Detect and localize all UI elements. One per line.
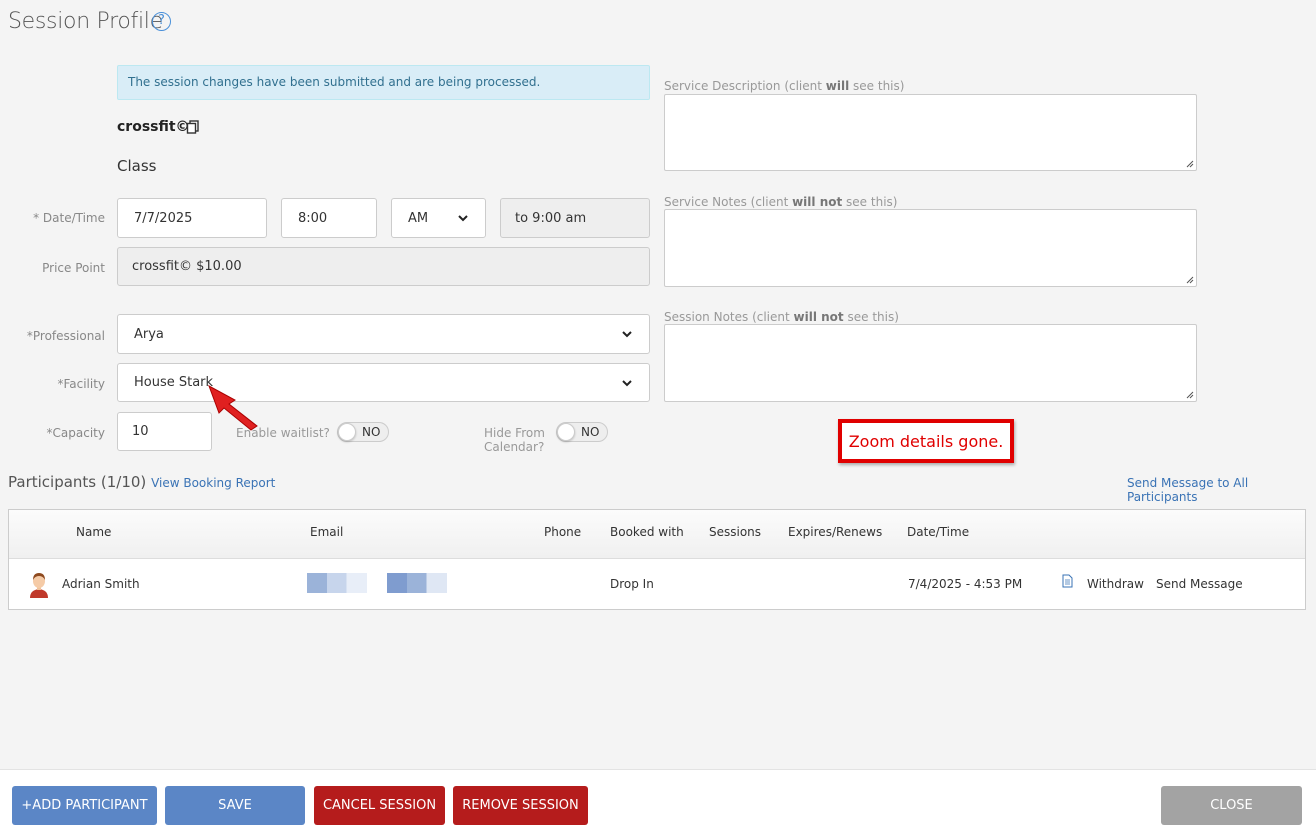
chevron-down-icon — [458, 215, 468, 222]
facility-select[interactable]: House Stark — [117, 363, 650, 402]
phone-redacted — [387, 573, 447, 593]
waitlist-label: Enable waitlist? — [236, 426, 330, 440]
service-notes-textarea[interactable] — [664, 209, 1197, 287]
help-icon[interactable]: ? — [152, 12, 171, 31]
professional-value: Arya — [134, 326, 164, 342]
column-header-name[interactable]: Name — [76, 525, 111, 539]
price-point-label: Price Point — [42, 261, 105, 275]
service-description-label-pre: Service Description (client — [664, 79, 826, 93]
capacity-label: *Capacity — [46, 426, 105, 440]
participants-count: Participants (1/10) — [8, 473, 147, 491]
service-notes-label-post: see this) — [842, 195, 898, 209]
price-point-display: crossfit© $10.00 — [117, 247, 650, 286]
service-notes-label: Service Notes (client will not see this) — [664, 195, 897, 209]
service-description-label: Service Description (client will see thi… — [664, 79, 904, 93]
waitlist-toggle[interactable]: NO — [337, 422, 389, 442]
session-notes-label-pre: Session Notes (client — [664, 310, 794, 324]
session-notes-label-bold: will not — [793, 310, 844, 324]
withdraw-link[interactable]: Withdraw — [1087, 577, 1144, 591]
copy-icon[interactable] — [186, 120, 200, 134]
column-header-sessions[interactable]: Sessions — [709, 525, 761, 539]
service-description-label-bold: will — [825, 79, 850, 93]
participants-heading: Participants (1/10) View Booking Report — [8, 473, 275, 491]
annotation-callout: Zoom details gone. — [838, 419, 1014, 463]
send-message-link[interactable]: Send Message — [1156, 577, 1243, 591]
service-description-textarea[interactable] — [664, 94, 1197, 171]
hide-calendar-toggle-value: NO — [581, 425, 600, 439]
column-header-datetime[interactable]: Date/Time — [907, 525, 969, 539]
session-notes-textarea[interactable] — [664, 324, 1197, 402]
toggle-knob — [338, 423, 356, 441]
resize-handle-icon[interactable] — [1186, 391, 1194, 399]
end-time-display: to 9:00 am — [500, 198, 650, 238]
booking-datetime-value: 7/4/2025 - 4:53 PM — [908, 577, 1023, 591]
column-header-email[interactable]: Email — [310, 525, 343, 539]
view-booking-report-link[interactable]: View Booking Report — [151, 476, 275, 490]
date-input[interactable]: 7/7/2025 — [117, 198, 267, 238]
time-input[interactable]: 8:00 — [281, 198, 377, 238]
column-header-booked-with[interactable]: Booked with — [610, 525, 684, 539]
document-icon[interactable] — [1062, 574, 1073, 588]
ampm-value: AM — [408, 210, 429, 226]
hide-calendar-toggle[interactable]: NO — [556, 422, 608, 442]
session-notes-label: Session Notes (client will not see this) — [664, 310, 899, 324]
red-arrow-annotation — [208, 384, 258, 431]
ampm-select[interactable]: AM — [391, 198, 486, 238]
professional-select[interactable]: Arya — [117, 314, 650, 354]
close-button[interactable]: CLOSE — [1161, 786, 1302, 825]
hide-calendar-label-line1: Hide From — [484, 426, 545, 440]
hide-calendar-label-line2: Calendar? — [484, 440, 545, 454]
info-alert: The session changes have been submitted … — [117, 65, 650, 100]
avatar — [30, 573, 48, 598]
send-message-all-link[interactable]: Send Message to All Participants — [1127, 476, 1316, 504]
service-name: crossfit© — [117, 119, 190, 135]
waitlist-toggle-value: NO — [362, 425, 381, 439]
page-title: Session Profile — [8, 9, 163, 34]
participant-name-link[interactable]: Adrian Smith — [62, 577, 140, 591]
save-button[interactable]: SAVE — [165, 786, 305, 825]
cancel-session-button[interactable]: CANCEL SESSION — [314, 786, 445, 825]
booked-with-value: Drop In — [610, 577, 654, 591]
session-notes-label-post: see this) — [843, 310, 899, 324]
remove-session-button[interactable]: REMOVE SESSION — [453, 786, 588, 825]
service-notes-label-pre: Service Notes (client — [664, 195, 793, 209]
date-time-label: * Date/Time — [33, 211, 105, 225]
capacity-input[interactable]: 10 — [117, 412, 212, 451]
service-notes-label-bold: will not — [792, 195, 843, 209]
toggle-knob — [557, 423, 575, 441]
chevron-down-icon — [622, 379, 632, 386]
action-bar: +ADD PARTICIPANT SAVE CANCEL SESSION REM… — [0, 769, 1316, 836]
resize-handle-icon[interactable] — [1186, 160, 1194, 168]
facility-label: *Facility — [57, 377, 105, 391]
service-description-label-post: see this) — [849, 79, 905, 93]
service-type: Class — [117, 157, 157, 175]
professional-label: *Professional — [26, 329, 105, 343]
column-header-phone[interactable]: Phone — [544, 525, 581, 539]
table-header: Name Email Phone Booked with Sessions Ex… — [9, 510, 1305, 559]
facility-value: House Stark — [134, 375, 214, 390]
participants-table: Name Email Phone Booked with Sessions Ex… — [8, 509, 1306, 610]
email-redacted — [307, 573, 367, 593]
hide-calendar-label: Hide From Calendar? — [484, 426, 545, 454]
add-participant-button[interactable]: +ADD PARTICIPANT — [12, 786, 157, 825]
column-header-expires[interactable]: Expires/Renews — [788, 525, 882, 539]
chevron-down-icon — [622, 331, 632, 338]
resize-handle-icon[interactable] — [1186, 276, 1194, 284]
